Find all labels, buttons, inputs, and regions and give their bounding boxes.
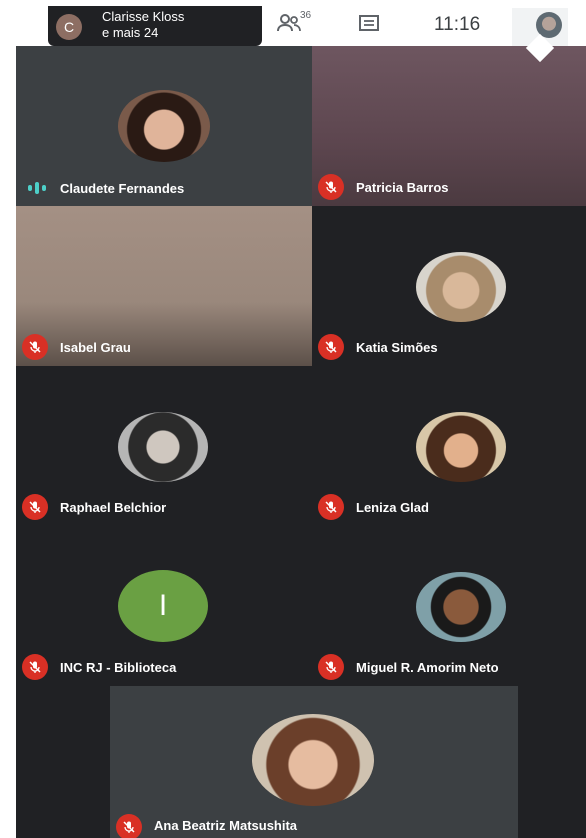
avatar [416, 412, 506, 482]
mic-off-icon [22, 494, 48, 520]
avatar-initial: I [158, 589, 168, 622]
host-avatar: C [56, 14, 82, 40]
participant-tile-katia[interactable]: Katia Simões [312, 206, 586, 366]
participants-count: 36 [300, 10, 312, 21]
people-icon [277, 14, 301, 32]
participant-name: Katia Simões [356, 340, 438, 355]
avatar [118, 412, 208, 482]
chat-icon [359, 15, 379, 31]
speaking-indicator-icon [28, 182, 50, 194]
meeting-grid: Claudete Fernandes Patricia Barros Isabe… [16, 0, 586, 838]
participant-tile-leniza[interactable]: Leniza Glad [312, 366, 586, 526]
participant-tile-miguel[interactable]: Miguel R. Amorim Neto [312, 526, 586, 686]
avatar: I [118, 570, 208, 642]
participant-name: Leniza Glad [356, 500, 429, 515]
participant-name: Miguel R. Amorim Neto [356, 660, 499, 675]
others-count: e mais 24 [102, 25, 159, 40]
presenter-chip[interactable]: C Clarisse Kloss e mais 24 [48, 6, 262, 46]
avatar [416, 252, 506, 322]
host-name: Clarisse Kloss [102, 9, 185, 24]
mic-off-icon [116, 814, 142, 838]
participant-tile-isabel[interactable]: Isabel Grau [16, 206, 312, 366]
participant-tile-ana-beatriz[interactable]: Ana Beatriz Matsushita [110, 686, 518, 838]
participant-name: Ana Beatriz Matsushita [154, 818, 298, 833]
participant-tile-claudete[interactable]: Claudete Fernandes [16, 46, 312, 206]
participant-tile-raphael[interactable]: Raphael Belchior [16, 366, 312, 526]
participant-tile-inc-rj[interactable]: I INC RJ - Biblioteca [16, 526, 312, 686]
mic-off-icon [318, 494, 344, 520]
participant-name: INC RJ - Biblioteca [60, 660, 177, 675]
participant-name: Claudete Fernandes [60, 181, 185, 196]
mic-off-icon [318, 174, 344, 200]
people-button[interactable]: 36 [268, 10, 328, 38]
self-view-thumbnail[interactable] [512, 8, 568, 63]
participant-name: Isabel Grau [60, 340, 131, 355]
mic-off-icon [318, 334, 344, 360]
top-bar: C Clarisse Kloss e mais 24 36 11:16 [16, 0, 586, 63]
mic-off-icon [22, 654, 48, 680]
mic-off-icon [318, 654, 344, 680]
chat-button[interactable] [352, 10, 386, 38]
participant-name: Patricia Barros [356, 180, 449, 195]
avatar [416, 572, 506, 642]
participant-tile-patricia[interactable]: Patricia Barros [312, 46, 586, 206]
participant-name: Raphael Belchior [60, 500, 167, 515]
mic-off-icon [22, 334, 48, 360]
avatar [252, 714, 374, 806]
clock: 11:16 [434, 14, 481, 35]
avatar [118, 90, 210, 162]
